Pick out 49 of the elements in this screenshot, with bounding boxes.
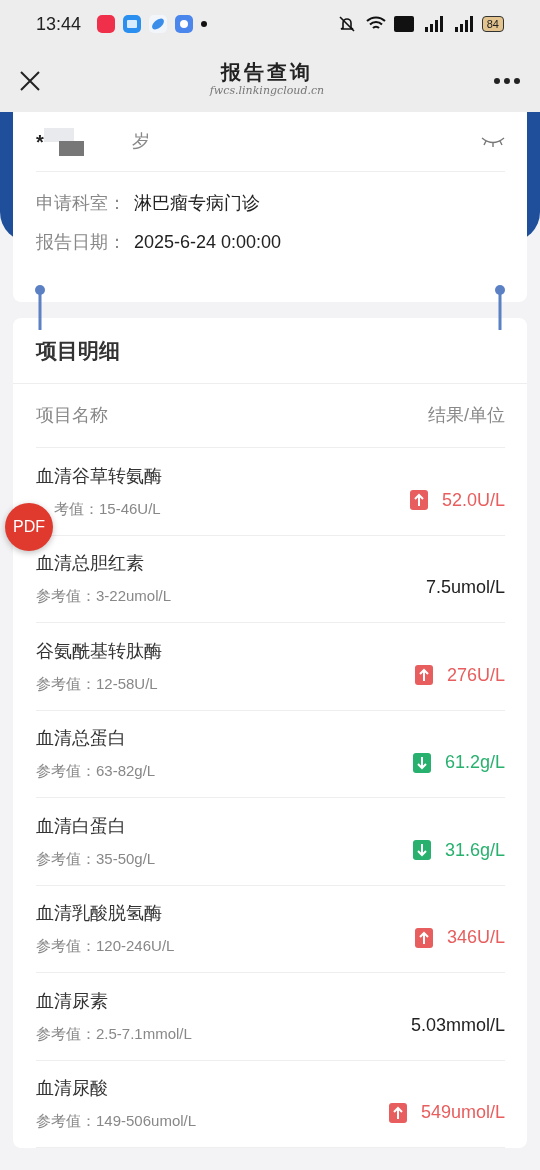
reference-range: 参考值：120-246U/L (36, 936, 175, 956)
field-value: 淋巴瘤专病门诊 (134, 192, 260, 215)
close-icon (19, 69, 41, 92)
result-value: 5.03mmol/L (410, 1013, 505, 1037)
column-header: 结果/单位 (428, 404, 505, 427)
app-icon (149, 15, 168, 33)
patient-name: * (36, 129, 44, 155)
page-title: 报告查询 (219, 60, 314, 83)
more-icon (493, 76, 521, 85)
app-icon (97, 15, 116, 33)
result-value: 31.6g/L (444, 838, 505, 862)
item-name: 血清尿素 (36, 989, 109, 1013)
blurred-name (43, 127, 84, 156)
result-value: 276U/L (446, 663, 505, 687)
result-value: 61.2g/L (444, 751, 505, 775)
page-url: fwcs.linkingcloud.cn (209, 83, 325, 99)
column-header: 项目名称 (36, 404, 108, 427)
item-name: 血清谷草转氨酶 (36, 464, 162, 488)
reference-range: 参考值：63-82g/L (36, 761, 156, 781)
result-value: 549umol/L (420, 1101, 505, 1125)
pdf-button[interactable]: PDF (5, 503, 53, 551)
item-name: 血清总蛋白 (36, 727, 127, 750)
hd-icon (393, 16, 414, 32)
field-value: 2025-6-24 0:00:00 (134, 231, 282, 254)
result-value: 7.5umol/L (425, 576, 505, 600)
field-label: 申请科室： (36, 192, 126, 215)
reference-range: 参考值：3-22umol/L (36, 586, 172, 606)
item-name: 血清白蛋白 (36, 814, 127, 838)
reference-range: 考值：15-46U/L (53, 498, 162, 519)
reference-range: 参考值：2.5-7.1mmol/L (36, 1023, 192, 1044)
item-name: 血清尿酸 (36, 1077, 109, 1100)
field-label: 报告日期： (36, 231, 126, 254)
eye-closed-icon[interactable] (481, 135, 505, 148)
dot-icon (201, 21, 208, 27)
reference-range: 参考值：35-50g/L (36, 848, 156, 869)
status-time: 13:44 (36, 12, 82, 36)
reference-range: 参考值：149-506umol/L (36, 1111, 197, 1131)
reference-range: 参考值：12-58U/L (36, 673, 159, 694)
app-icon (175, 15, 194, 33)
battery-level: 84 (481, 16, 504, 32)
patient-age: 岁 (131, 130, 150, 153)
result-value: 52.0U/L (441, 488, 505, 512)
app-icon (123, 15, 142, 33)
item-name: 血清总胆红素 (36, 552, 145, 575)
item-name: 谷氨酰基转肽酶 (36, 639, 162, 663)
selection-handle[interactable] (494, 284, 506, 330)
selection-handle[interactable] (34, 284, 46, 330)
item-name: 血清乳酸脱氢酶 (36, 902, 163, 925)
result-value: 346U/L (446, 926, 505, 950)
